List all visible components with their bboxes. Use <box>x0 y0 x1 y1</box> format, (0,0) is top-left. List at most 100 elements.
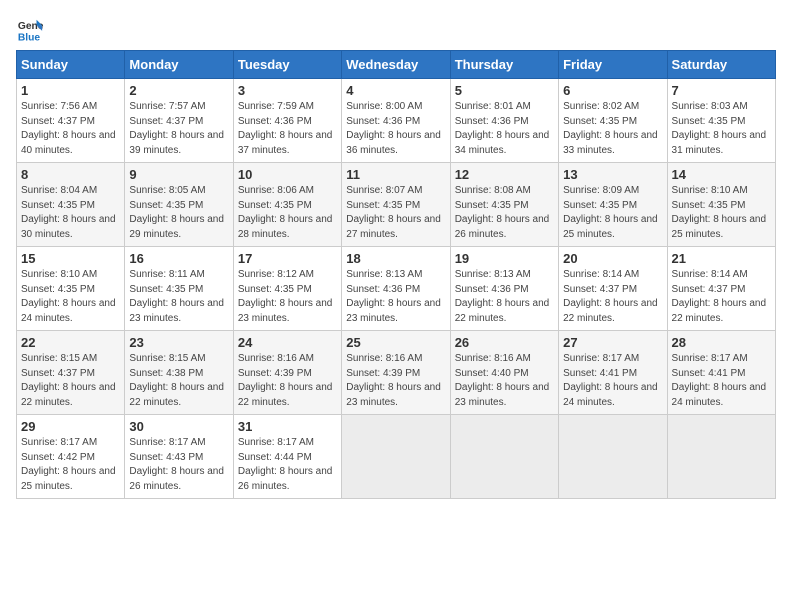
day-info: Sunrise: 8:10 AMSunset: 4:35 PMDaylight:… <box>672 184 771 242</box>
day-info: Sunrise: 8:17 AMSunset: 4:41 PMDaylight:… <box>563 352 662 410</box>
header-sunday: Sunday <box>17 51 125 79</box>
week-row-2: 15 Sunrise: 8:10 AMSunset: 4:35 PMDayligh… <box>17 247 776 331</box>
day-info: Sunrise: 8:17 AMSunset: 4:41 PMDaylight:… <box>672 352 771 410</box>
day-number: 13 <box>563 167 662 182</box>
calendar-cell: 24 Sunrise: 8:16 AMSunset: 4:39 PMDayligh… <box>233 331 341 415</box>
day-number: 7 <box>672 83 771 98</box>
calendar-cell: 19 Sunrise: 8:13 AMSunset: 4:36 PMDayligh… <box>450 247 558 331</box>
day-number: 10 <box>238 167 337 182</box>
calendar-cell: 30 Sunrise: 8:17 AMSunset: 4:43 PMDayligh… <box>125 415 233 499</box>
day-info: Sunrise: 8:05 AMSunset: 4:35 PMDaylight:… <box>129 184 228 242</box>
svg-text:Blue: Blue <box>18 32 41 43</box>
calendar-cell: 20 Sunrise: 8:14 AMSunset: 4:37 PMDayligh… <box>559 247 667 331</box>
day-number: 4 <box>346 83 445 98</box>
calendar-cell <box>559 415 667 499</box>
day-number: 21 <box>672 251 771 266</box>
day-info: Sunrise: 8:08 AMSunset: 4:35 PMDaylight:… <box>455 184 554 242</box>
week-row-0: 1 Sunrise: 7:56 AMSunset: 4:37 PMDaylight… <box>17 79 776 163</box>
calendar-cell: 29Sunrise: 8:17 AMSunset: 4:42 PMDayligh… <box>17 415 125 499</box>
day-number: 30 <box>129 419 228 434</box>
day-number: 20 <box>563 251 662 266</box>
calendar-cell: 11 Sunrise: 8:07 AMSunset: 4:35 PMDayligh… <box>342 163 450 247</box>
calendar-cell: 1 Sunrise: 7:56 AMSunset: 4:37 PMDaylight… <box>17 79 125 163</box>
day-number: 12 <box>455 167 554 182</box>
day-number: 25 <box>346 335 445 350</box>
calendar-cell <box>450 415 558 499</box>
calendar-cell: 27 Sunrise: 8:17 AMSunset: 4:41 PMDayligh… <box>559 331 667 415</box>
day-info: Sunrise: 8:09 AMSunset: 4:35 PMDaylight:… <box>563 184 662 242</box>
day-info: Sunrise: 8:11 AMSunset: 4:35 PMDaylight:… <box>129 268 228 326</box>
day-number: 31 <box>238 419 337 434</box>
calendar-cell: 26Sunrise: 8:16 AMSunset: 4:40 PMDayligh… <box>450 331 558 415</box>
calendar-cell <box>667 415 775 499</box>
day-info: Sunrise: 7:59 AMSunset: 4:36 PMDaylight:… <box>238 100 337 158</box>
calendar-cell: 4 Sunrise: 8:00 AMSunset: 4:36 PMDaylight… <box>342 79 450 163</box>
calendar-cell: 22Sunrise: 8:15 AMSunset: 4:37 PMDayligh… <box>17 331 125 415</box>
calendar-cell: 9 Sunrise: 8:05 AMSunset: 4:35 PMDaylight… <box>125 163 233 247</box>
day-info: Sunrise: 8:01 AMSunset: 4:36 PMDaylight:… <box>455 100 554 158</box>
day-info: Sunrise: 7:57 AMSunset: 4:37 PMDaylight:… <box>129 100 228 158</box>
day-info: Sunrise: 8:03 AMSunset: 4:35 PMDaylight:… <box>672 100 771 158</box>
calendar-cell: 6Sunrise: 8:02 AMSunset: 4:35 PMDaylight… <box>559 79 667 163</box>
day-info: Sunrise: 8:02 AMSunset: 4:35 PMDaylight:… <box>563 100 662 158</box>
day-info: Sunrise: 8:10 AMSunset: 4:35 PMDaylight:… <box>21 268 120 326</box>
week-row-1: 8Sunrise: 8:04 AMSunset: 4:35 PMDaylight… <box>17 163 776 247</box>
calendar-cell: 17 Sunrise: 8:12 AMSunset: 4:35 PMDayligh… <box>233 247 341 331</box>
calendar-cell: 31 Sunrise: 8:17 AMSunset: 4:44 PMDayligh… <box>233 415 341 499</box>
day-number: 14 <box>672 167 771 182</box>
header: General Blue <box>16 16 776 44</box>
day-info: Sunrise: 7:56 AMSunset: 4:37 PMDaylight:… <box>21 100 120 158</box>
calendar-header-row: SundayMondayTuesdayWednesdayThursdayFrid… <box>17 51 776 79</box>
day-number: 22 <box>21 335 120 350</box>
calendar-body: 1 Sunrise: 7:56 AMSunset: 4:37 PMDaylight… <box>17 79 776 499</box>
day-number: 23 <box>129 335 228 350</box>
day-number: 29 <box>21 419 120 434</box>
week-row-3: 22Sunrise: 8:15 AMSunset: 4:37 PMDayligh… <box>17 331 776 415</box>
header-monday: Monday <box>125 51 233 79</box>
day-info: Sunrise: 8:13 AMSunset: 4:36 PMDaylight:… <box>346 268 445 326</box>
day-info: Sunrise: 8:13 AMSunset: 4:36 PMDaylight:… <box>455 268 554 326</box>
calendar-cell: 16Sunrise: 8:11 AMSunset: 4:35 PMDayligh… <box>125 247 233 331</box>
day-info: Sunrise: 8:16 AMSunset: 4:39 PMDaylight:… <box>238 352 337 410</box>
calendar-cell: 14 Sunrise: 8:10 AMSunset: 4:35 PMDayligh… <box>667 163 775 247</box>
day-number: 15 <box>21 251 120 266</box>
header-saturday: Saturday <box>667 51 775 79</box>
header-tuesday: Tuesday <box>233 51 341 79</box>
calendar-table: SundayMondayTuesdayWednesdayThursdayFrid… <box>16 50 776 499</box>
calendar-cell: 2 Sunrise: 7:57 AMSunset: 4:37 PMDaylight… <box>125 79 233 163</box>
day-info: Sunrise: 8:14 AMSunset: 4:37 PMDaylight:… <box>563 268 662 326</box>
calendar-cell: 23 Sunrise: 8:15 AMSunset: 4:38 PMDayligh… <box>125 331 233 415</box>
day-number: 27 <box>563 335 662 350</box>
calendar-cell: 10Sunrise: 8:06 AMSunset: 4:35 PMDayligh… <box>233 163 341 247</box>
day-number: 19 <box>455 251 554 266</box>
calendar-cell: 3 Sunrise: 7:59 AMSunset: 4:36 PMDaylight… <box>233 79 341 163</box>
day-number: 26 <box>455 335 554 350</box>
day-info: Sunrise: 8:12 AMSunset: 4:35 PMDaylight:… <box>238 268 337 326</box>
day-info: Sunrise: 8:07 AMSunset: 4:35 PMDaylight:… <box>346 184 445 242</box>
calendar-cell: 28Sunrise: 8:17 AMSunset: 4:41 PMDayligh… <box>667 331 775 415</box>
day-number: 3 <box>238 83 337 98</box>
week-row-4: 29Sunrise: 8:17 AMSunset: 4:42 PMDayligh… <box>17 415 776 499</box>
calendar-cell: 13 Sunrise: 8:09 AMSunset: 4:35 PMDayligh… <box>559 163 667 247</box>
calendar-cell: 12 Sunrise: 8:08 AMSunset: 4:35 PMDayligh… <box>450 163 558 247</box>
day-info: Sunrise: 8:17 AMSunset: 4:44 PMDaylight:… <box>238 436 337 494</box>
day-number: 1 <box>21 83 120 98</box>
day-number: 24 <box>238 335 337 350</box>
day-number: 11 <box>346 167 445 182</box>
header-thursday: Thursday <box>450 51 558 79</box>
calendar-cell: 25Sunrise: 8:16 AMSunset: 4:39 PMDayligh… <box>342 331 450 415</box>
day-number: 17 <box>238 251 337 266</box>
calendar-cell: 8Sunrise: 8:04 AMSunset: 4:35 PMDaylight… <box>17 163 125 247</box>
header-wednesday: Wednesday <box>342 51 450 79</box>
calendar-cell: 5 Sunrise: 8:01 AMSunset: 4:36 PMDaylight… <box>450 79 558 163</box>
day-number: 9 <box>129 167 228 182</box>
header-friday: Friday <box>559 51 667 79</box>
day-number: 5 <box>455 83 554 98</box>
day-info: Sunrise: 8:17 AMSunset: 4:43 PMDaylight:… <box>129 436 228 494</box>
day-info: Sunrise: 8:04 AMSunset: 4:35 PMDaylight:… <box>21 184 120 242</box>
logo: General Blue <box>16 16 48 44</box>
calendar-cell <box>342 415 450 499</box>
day-info: Sunrise: 8:00 AMSunset: 4:36 PMDaylight:… <box>346 100 445 158</box>
day-info: Sunrise: 8:15 AMSunset: 4:38 PMDaylight:… <box>129 352 228 410</box>
day-number: 2 <box>129 83 228 98</box>
